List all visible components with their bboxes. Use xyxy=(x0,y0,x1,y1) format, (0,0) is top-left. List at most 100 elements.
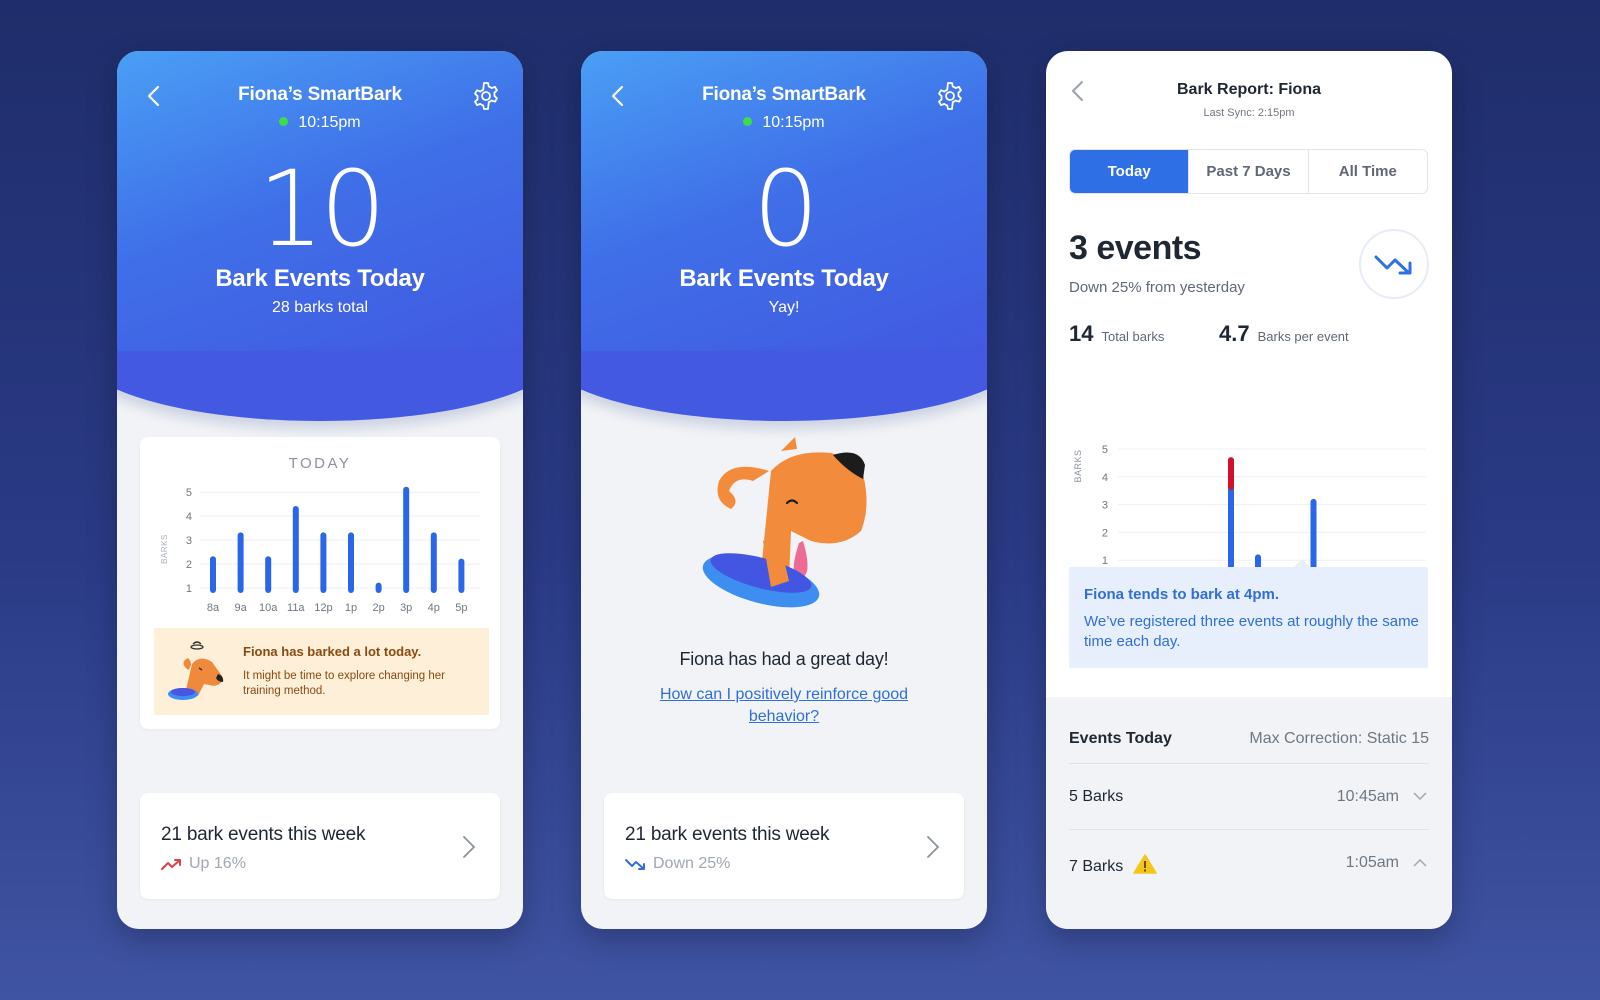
max-correction: Max Correction: Static 15 xyxy=(1249,730,1429,747)
barks-per-event-value: 4.7 xyxy=(1219,321,1250,346)
gear-icon[interactable] xyxy=(935,81,965,111)
insight-box: Fiona tends to bark at 4pm. We’ve regist… xyxy=(1069,559,1428,668)
weekly-events-title: 21 bark events this week xyxy=(161,824,366,845)
y-axis-label: BARKS xyxy=(1073,449,1083,482)
y-tick-label: 3 xyxy=(186,535,192,547)
events-today-section: Events Today Max Correction: Static 15 5… xyxy=(1046,697,1452,929)
tab-past-7-days[interactable]: Past 7 Days xyxy=(1188,150,1307,193)
weekly-summary-card[interactable]: 21 bark events this week Up 16% xyxy=(140,793,500,899)
header-curve xyxy=(117,351,523,421)
y-tick-label: 4 xyxy=(186,511,192,523)
chevron-up-icon[interactable] xyxy=(1413,858,1427,867)
bark-events-label: Bark Events Today xyxy=(215,265,425,292)
y-tick-label: 5 xyxy=(186,487,192,499)
y-tick-label: 5 xyxy=(1102,444,1108,456)
online-status-dot xyxy=(743,117,753,126)
warning-icon xyxy=(1133,854,1157,874)
y-tick-label: 2 xyxy=(186,559,192,571)
trend-badge xyxy=(1359,229,1429,299)
event-barks-with-warning: 7 Barks xyxy=(1069,854,1157,876)
barked-a-lot-alert: Fiona has barked a lot today. It might b… xyxy=(154,628,489,715)
bark-events-count: 10 xyxy=(257,148,386,270)
x-tick-label: 12p xyxy=(314,602,332,614)
positive-reinforcement-link[interactable]: How can I positively reinforce good beha… xyxy=(651,684,917,728)
online-status-dot xyxy=(279,117,289,126)
insight-body: We’ve registered three events at roughly… xyxy=(1084,613,1419,650)
x-tick-label: 1p xyxy=(345,602,357,614)
barks-per-event-label: Barks per event xyxy=(1257,329,1349,344)
header-hero: Fiona’s SmartBark 10:15pm 0 Bark Events … xyxy=(581,51,987,381)
report-title: Bark Report: Fiona xyxy=(1176,81,1321,98)
weekly-events-title: 21 bark events this week xyxy=(625,824,830,845)
device-title: Fiona’s SmartBark xyxy=(238,84,402,105)
events-change: Down 25% from yesterday xyxy=(1069,279,1245,296)
y-axis-label: BARKS xyxy=(160,534,169,564)
event-barks: 5 Barks xyxy=(1069,788,1124,805)
y-tick-label: 1 xyxy=(186,583,192,595)
barks-total: 28 barks total xyxy=(271,299,369,316)
header-curve xyxy=(581,351,987,421)
alert-body: It might be time to explore changing her… xyxy=(243,670,446,697)
event-row[interactable]: 7 Barks 1:05am xyxy=(1069,829,1429,895)
insight-title: Fiona tends to bark at 4pm. xyxy=(1084,586,1280,603)
weekly-summary-card[interactable]: 21 bark events this week Down 25% xyxy=(604,793,964,899)
today-bar-chart: BARKS 1 2 3 4 5 8a 9a 10a 11a 12p 1p 2p 3p 4p 5p xyxy=(160,486,480,614)
trend-down-icon xyxy=(625,859,645,870)
weekly-trend: Down 25% xyxy=(625,855,730,873)
tab-all-time[interactable]: All Time xyxy=(1307,150,1427,193)
trend-down-icon xyxy=(1374,255,1412,275)
y-tick-label: 1 xyxy=(1102,555,1108,567)
great-day-message: Fiona has had a great day! xyxy=(679,649,889,669)
status-time: 10:15pm xyxy=(298,114,361,131)
events-header: Events Today Max Correction: Static 15 xyxy=(1069,730,1429,750)
x-tick-label: 2p xyxy=(372,602,384,614)
chevron-right-icon[interactable] xyxy=(926,835,940,859)
barks-per-event-stat: 4.7 Barks per event xyxy=(1219,321,1349,347)
status-line: 10:15pm xyxy=(581,114,987,132)
last-sync: Last Sync: 2:15pm xyxy=(1203,107,1295,119)
status-line: 10:15pm xyxy=(117,114,523,132)
dog-illustration-icon xyxy=(168,641,224,700)
weekly-trend-text: Up 16% xyxy=(189,855,246,872)
bark-events-count: 0 xyxy=(752,148,819,270)
period-tabs: Today Past 7 Days All Time xyxy=(1069,149,1428,194)
events-heading: Events Today xyxy=(1069,730,1172,747)
x-tick-label: 4p xyxy=(428,602,440,614)
x-tick-label: 5p xyxy=(455,602,467,614)
chevron-down-icon[interactable] xyxy=(1413,792,1427,801)
phone-screen-bark-report: Bark Report: Fiona Last Sync: 2:15pm Tod… xyxy=(1046,51,1452,929)
x-tick-label: 10a xyxy=(259,602,278,614)
x-tick-label: 3p xyxy=(400,602,412,614)
today-chart-card: TODAY BARKS 1 2 3 4 5 8a 9a 10a 11a 12p 1p 2p 3p 4p 5p … xyxy=(140,437,500,729)
x-tick-label: 11a xyxy=(287,602,305,614)
gear-icon[interactable] xyxy=(471,81,501,111)
total-barks-label: Total barks xyxy=(1101,329,1165,344)
event-barks: 7 Barks xyxy=(1069,858,1124,875)
weekly-trend: Up 16% xyxy=(161,855,246,873)
y-tick-label: 4 xyxy=(1102,472,1108,484)
chevron-right-icon[interactable] xyxy=(462,835,476,859)
status-time: 10:15pm xyxy=(762,114,825,131)
x-tick-label: 9a xyxy=(234,602,247,614)
phone-screen-busy-day: Fiona’s SmartBark 10:15pm 10 Bark Events… xyxy=(117,51,523,929)
total-barks-value: 14 xyxy=(1069,321,1094,346)
header-hero: Fiona’s SmartBark 10:15pm 10 Bark Events… xyxy=(117,51,523,381)
y-tick-label: 3 xyxy=(1102,500,1108,512)
total-barks-stat: 14 Total barks xyxy=(1069,321,1164,347)
yay-label: Yay! xyxy=(768,299,800,316)
tab-today[interactable]: Today xyxy=(1070,150,1189,193)
event-row[interactable]: 5 Barks 10:45am xyxy=(1069,763,1429,829)
bark-events-label: Bark Events Today xyxy=(679,265,889,292)
x-tick-label: 8a xyxy=(207,602,220,614)
happy-dog-illustration xyxy=(702,437,867,608)
event-time: 10:45am xyxy=(1336,788,1399,805)
device-title: Fiona’s SmartBark xyxy=(702,84,866,105)
trend-up-icon xyxy=(161,859,181,870)
events-count: 3 events xyxy=(1069,229,1202,267)
weekly-trend-text: Down 25% xyxy=(653,855,731,872)
y-tick-label: 2 xyxy=(1102,527,1108,539)
report-bar-chart: BARKS1234512p1p4p xyxy=(1073,444,1426,592)
event-time: 1:05am xyxy=(1345,854,1399,871)
alert-title: Fiona has barked a lot today. xyxy=(243,644,422,659)
phone-screen-great-day: Fiona’s SmartBark 10:15pm 0 Bark Events … xyxy=(581,51,987,929)
